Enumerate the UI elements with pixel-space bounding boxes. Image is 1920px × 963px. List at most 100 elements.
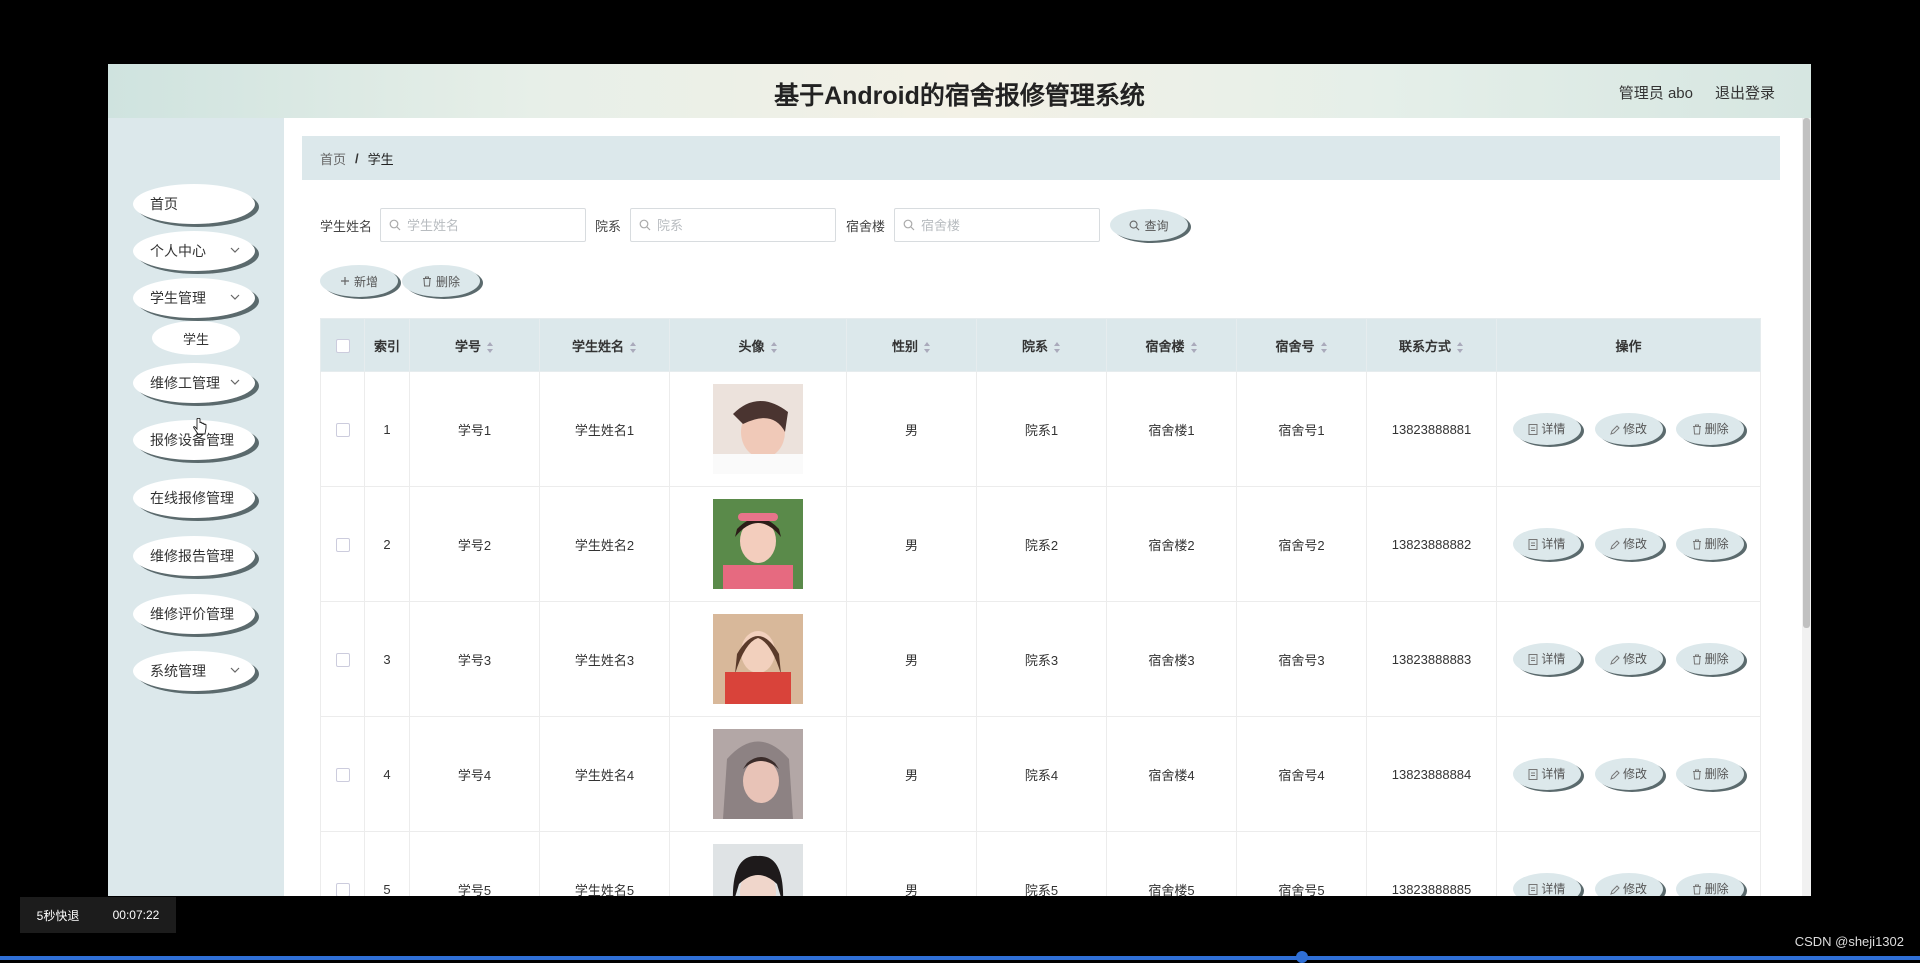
dorm-field[interactable] [894, 208, 1100, 242]
edit-button[interactable]: 修改 [1594, 413, 1663, 445]
delete-button[interactable]: 删除 [1676, 643, 1745, 675]
avatar[interactable] [713, 729, 803, 819]
sort-icon[interactable] [486, 341, 494, 353]
sort-icon[interactable] [629, 341, 637, 353]
sidebar-item-online-repair[interactable]: 在线报修管理 [133, 478, 255, 518]
row-select-cell[interactable] [320, 371, 365, 487]
sidebar-item-repair-report[interactable]: 维修报告管理 [133, 536, 255, 576]
bulk-delete-button[interactable]: 删除 [402, 265, 480, 297]
column-header[interactable]: 性别 [846, 318, 977, 372]
row-checkbox[interactable] [335, 882, 350, 896]
student-name-input[interactable] [401, 216, 559, 234]
row-select-cell[interactable] [320, 486, 365, 602]
avatar[interactable] [713, 614, 803, 704]
row-checkbox[interactable] [335, 537, 350, 552]
gender-cell: 男 [846, 716, 977, 832]
delete-button[interactable]: 删除 [1676, 528, 1745, 560]
edit-button[interactable]: 修改 [1594, 643, 1663, 675]
avatar[interactable] [713, 499, 803, 589]
breadcrumb-home[interactable]: 首页 [320, 149, 346, 168]
column-header-label: 性别 [891, 338, 918, 354]
sidebar-item-repairman-management[interactable]: 维修工管理 [133, 363, 255, 403]
row-select-cell[interactable] [320, 831, 365, 896]
detail-button[interactable]: 详情 [1512, 413, 1581, 445]
detail-button[interactable]: 详情 [1512, 528, 1581, 560]
column-header[interactable]: 院系 [976, 318, 1107, 372]
sidebar-item-system-management[interactable]: 系统管理 [133, 651, 255, 691]
row-checkbox[interactable] [335, 422, 350, 437]
student-id-cell: 学号2 [409, 486, 540, 602]
edit-button-label: 修改 [1622, 767, 1647, 781]
sort-icon[interactable] [1053, 341, 1061, 353]
video-progress-knob[interactable] [1296, 951, 1308, 963]
edit-icon [1610, 425, 1620, 435]
dept-cell: 院系4 [976, 716, 1107, 832]
select-all-checkbox[interactable] [335, 338, 350, 353]
detail-button[interactable]: 详情 [1512, 758, 1581, 790]
avatar-cell [669, 486, 847, 602]
vertical-scrollbar[interactable] [1802, 118, 1811, 896]
video-progress-bar[interactable] [0, 956, 1920, 960]
detail-button[interactable]: 详情 [1512, 643, 1581, 675]
sidebar-item-label: 维修评价管理 [150, 606, 234, 622]
table-row: 1 学号1 学生姓名1 男 院系1 宿舍楼1 宿舍号1 13823888881 … [320, 371, 1761, 487]
student-id-cell: 学号5 [409, 831, 540, 896]
sidebar-item-repair-review[interactable]: 维修评价管理 [133, 594, 255, 634]
avatar[interactable] [713, 384, 803, 474]
sidebar-item-student-management[interactable]: 学生管理 [133, 278, 255, 318]
delete-button[interactable]: 删除 [1676, 413, 1745, 445]
sort-icon[interactable] [1190, 341, 1198, 353]
student-name-field[interactable] [380, 208, 586, 242]
column-header[interactable]: 学生姓名 [539, 318, 670, 372]
delete-button[interactable]: 删除 [1676, 873, 1745, 896]
column-header[interactable]: 头像 [669, 318, 847, 372]
dorm-label: 宿舍楼 [846, 219, 886, 234]
search-icon [1130, 220, 1140, 230]
logout-link[interactable]: 退出登录 [1715, 82, 1775, 103]
row-select-cell[interactable] [320, 716, 365, 832]
delete-button-label: 删除 [1704, 767, 1729, 781]
index-cell: 5 [364, 831, 410, 896]
column-header-label: 学号 [454, 338, 481, 354]
sort-icon[interactable] [1456, 341, 1464, 353]
add-button[interactable]: 新增 [320, 265, 398, 297]
sort-icon[interactable] [1320, 341, 1328, 353]
row-select-cell[interactable] [320, 601, 365, 717]
edit-button-label: 修改 [1622, 882, 1647, 896]
query-button[interactable]: 查询 [1110, 209, 1188, 241]
plus-icon [340, 277, 349, 285]
hand-cursor-icon [193, 418, 207, 435]
avatar[interactable] [713, 844, 803, 896]
column-header[interactable]: 学号 [409, 318, 540, 372]
column-header[interactable]: 联系方式 [1366, 318, 1497, 372]
edit-button[interactable]: 修改 [1594, 528, 1663, 560]
sidebar-item-personal-center[interactable]: 个人中心 [133, 231, 255, 271]
sort-icon[interactable] [770, 341, 778, 353]
dept-input[interactable] [651, 216, 809, 234]
edit-button[interactable]: 修改 [1594, 873, 1663, 896]
header-bar: 基于Android的宿舍报修管理系统 管理员 abo 退出登录 [108, 64, 1811, 118]
detail-button[interactable]: 详情 [1512, 873, 1581, 896]
delete-button[interactable]: 删除 [1676, 758, 1745, 790]
row-checkbox[interactable] [335, 767, 350, 782]
scrollbar-thumb[interactable] [1803, 118, 1810, 628]
document-icon [1528, 884, 1538, 895]
sidebar-subitem-student[interactable]: 学生 [152, 321, 240, 355]
gender-cell: 男 [846, 601, 977, 717]
column-header[interactable]: 宿舍号 [1236, 318, 1367, 372]
sidebar-item-label: 在线报修管理 [150, 490, 234, 506]
building-cell: 宿舍楼4 [1106, 716, 1237, 832]
edit-button[interactable]: 修改 [1594, 758, 1663, 790]
dept-label: 院系 [595, 219, 622, 234]
select-all-cell[interactable] [320, 318, 365, 372]
dorm-input[interactable] [915, 216, 1073, 234]
edit-button-label: 修改 [1622, 537, 1647, 551]
column-header[interactable]: 宿舍楼 [1106, 318, 1237, 372]
breadcrumb-current: 学生 [367, 151, 394, 167]
avatar-cell [669, 716, 847, 832]
rewind-label[interactable]: 5秒快退 [37, 907, 80, 924]
dept-field[interactable] [630, 208, 836, 242]
row-checkbox[interactable] [335, 652, 350, 667]
sidebar-item-home[interactable]: 首页 [133, 184, 255, 224]
sort-icon[interactable] [923, 341, 931, 353]
